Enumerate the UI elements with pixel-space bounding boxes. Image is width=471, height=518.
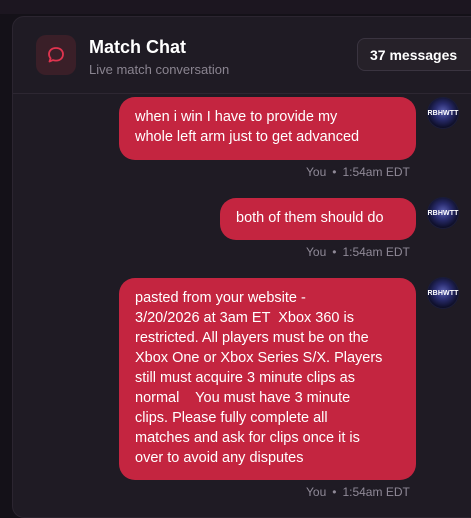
- message-sender: You: [306, 485, 327, 499]
- chat-message-bubble: when i win I have to provide my whole le…: [119, 97, 416, 160]
- message-time: 1:54am EDT: [342, 245, 410, 259]
- avatar-label: RBHWTT: [427, 289, 459, 297]
- avatar-label: RBHWTT: [427, 109, 459, 117]
- chat-header: Match Chat Live match conversation 37 me…: [13, 17, 471, 94]
- message-meta: You • 1:54am EDT: [306, 485, 410, 499]
- message-count-badge[interactable]: 37 messages: [357, 38, 471, 71]
- top-strip: [0, 0, 471, 14]
- chat-message-bubble: both of them should do: [220, 198, 416, 240]
- message-time: 1:54am EDT: [342, 165, 410, 179]
- message-sender: You: [306, 245, 327, 259]
- meta-separator: •: [332, 485, 337, 499]
- meta-separator: •: [332, 165, 337, 179]
- chat-title: Match Chat: [89, 37, 187, 57]
- avatar[interactable]: RBHWTT: [428, 98, 458, 128]
- avatar[interactable]: RBHWTT: [428, 198, 458, 228]
- avatar-label: RBHWTT: [427, 209, 459, 217]
- chat-message-bubble: pasted from your website - 3/20/2026 at …: [119, 278, 416, 480]
- chat-subtitle: Live match conversation: [89, 62, 230, 77]
- avatar[interactable]: RBHWTT: [428, 278, 458, 308]
- message-sender: You: [306, 165, 327, 179]
- message-time: 1:54am EDT: [342, 485, 410, 499]
- message-meta: You • 1:54am EDT: [306, 245, 410, 259]
- meta-separator: •: [332, 245, 337, 259]
- message-meta: You • 1:54am EDT: [306, 165, 410, 179]
- chat-bubble-icon: [36, 35, 76, 75]
